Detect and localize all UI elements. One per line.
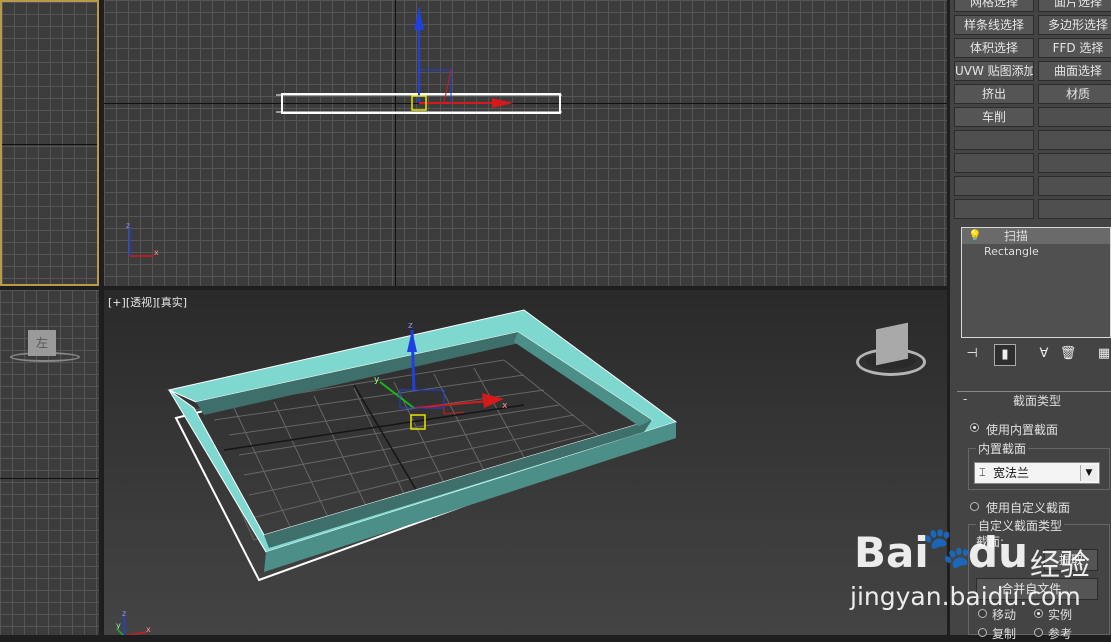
frame-side-face [514, 332, 652, 426]
gizmo-z-label: z [408, 321, 413, 331]
frame-inner-face [264, 420, 652, 548]
radio-use-builtin[interactable] [970, 423, 979, 432]
modifier-button-2-0[interactable]: 体积选择 [954, 38, 1034, 58]
modifier-button-6-0[interactable] [954, 130, 1034, 150]
axis-x-label: x [154, 248, 159, 257]
viewcube[interactable]: 左 [10, 326, 80, 366]
modifier-button-7-0[interactable] [954, 153, 1034, 173]
viewcube[interactable] [856, 320, 928, 384]
modifier-button-0-0[interactable]: 网格选择 [954, 0, 1034, 12]
stack-item-label: Rectangle [984, 245, 1039, 258]
paw-icon: 🐾 [922, 525, 972, 571]
chevron-down-icon[interactable]: ▼ [1080, 465, 1097, 481]
modifier-button-4-1[interactable]: 材质 [1038, 84, 1111, 104]
use-custom-label: 使用自定义截面 [986, 501, 1071, 515]
stack-item-rectangle[interactable]: Rectangle [962, 244, 1110, 260]
axis-y-label: y [116, 621, 121, 630]
viewcube-face[interactable]: 左 [28, 330, 56, 356]
perspective-scene[interactable]: z x y [104, 290, 947, 635]
modifier-button-3-1[interactable]: 曲面选择 [1038, 61, 1111, 81]
lightbulb-icon[interactable]: 💡 [968, 228, 982, 244]
viewport-left[interactable]: 左 [0, 290, 99, 635]
modifier-button-8-1[interactable] [1038, 176, 1111, 196]
stack-toolbar: ⊣ ▮ ∀ 🗑 ▦ [960, 344, 1110, 366]
modifier-button-5-0[interactable]: 车削 [954, 107, 1034, 127]
modifier-button-8-0[interactable] [954, 176, 1034, 196]
axis-z-label: z [126, 222, 130, 230]
viewcube-face[interactable] [876, 322, 908, 366]
stack-item-sweep[interactable]: 💡 扫描 [962, 228, 1110, 244]
pin-stack-icon[interactable]: ⊣ [962, 344, 982, 364]
watermark-brand: Bai [854, 528, 929, 577]
configure-modifier-sets-icon[interactable]: ▦ [1094, 344, 1111, 364]
rollout-collapse-sign: - [963, 392, 968, 406]
gizmo-x-label: x [502, 401, 508, 411]
builtin-section-dropdown[interactable]: ⌶ 宽法兰 ▼ [974, 462, 1100, 484]
front-axis-tripod: z x [126, 222, 159, 257]
modifier-button-9-0[interactable] [954, 199, 1034, 219]
vp-crosshair-h [2, 144, 97, 145]
watermark-brand-du: du [968, 528, 1028, 577]
axis-z-label: z [122, 609, 126, 618]
persp-axis-tripod: z x y [116, 609, 151, 635]
watermark-logo-row: Bai 🐾 du 经验 [850, 524, 1110, 584]
i-beam-icon: ⌶ [979, 466, 986, 479]
modifier-button-7-1[interactable] [1038, 153, 1111, 173]
viewport-perspective[interactable]: [+][透视][真实] z x y z x y [104, 290, 947, 635]
gizmo-x-arrow [482, 393, 504, 408]
viewport-front[interactable]: z x [104, 0, 947, 286]
viewport-top-left[interactable] [0, 0, 99, 286]
use-builtin-label: 使用内置截面 [986, 423, 1059, 437]
builtin-group-label: 内置截面 [976, 440, 1029, 457]
modifier-button-4-0[interactable]: 挤出 [954, 84, 1034, 104]
make-unique-icon[interactable]: ∀ [1034, 344, 1054, 364]
gizmo-plane-handle [443, 408, 465, 415]
vp-crosshair-h [0, 478, 99, 479]
remove-modifier-icon[interactable]: 🗑 [1058, 344, 1078, 364]
modifier-button-0-1[interactable]: 面片选择 [1038, 0, 1111, 12]
modifier-button-9-1[interactable] [1038, 199, 1111, 219]
rollout-title: 截面类型 [1013, 394, 1062, 408]
rollout-header[interactable]: - 截面类型 [957, 391, 1111, 410]
modifier-button-6-1[interactable] [1038, 130, 1111, 150]
dropdown-value: 宽法兰 [993, 466, 1030, 480]
axis-x-label: x [146, 625, 151, 634]
watermark-jingyan: 经验 [1030, 548, 1090, 583]
modifier-button-1-1[interactable]: 多边形选择 [1038, 15, 1111, 35]
modifier-button-3-0[interactable]: UVW 贴图添加 [954, 61, 1034, 81]
modifier-button-5-1[interactable] [1038, 107, 1111, 127]
stack-item-label: 扫描 [1004, 229, 1029, 243]
modifier-stack[interactable]: 💡 扫描 Rectangle [961, 227, 1111, 338]
gizmo-y-label: y [374, 375, 380, 385]
front-view-shape[interactable] [104, 0, 947, 286]
watermark-url: jingyan.baidu.com [850, 582, 1081, 611]
radio-use-custom[interactable] [970, 502, 979, 511]
baidu-jingyan-watermark: Bai 🐾 du 经验 jingyan.baidu.com [850, 518, 1110, 635]
modifier-button-1-0[interactable]: 样条线选择 [954, 15, 1034, 35]
modifier-button-2-1[interactable]: FFD 选择 [1038, 38, 1111, 58]
show-end-result-icon[interactable]: ▮ [994, 344, 1016, 366]
